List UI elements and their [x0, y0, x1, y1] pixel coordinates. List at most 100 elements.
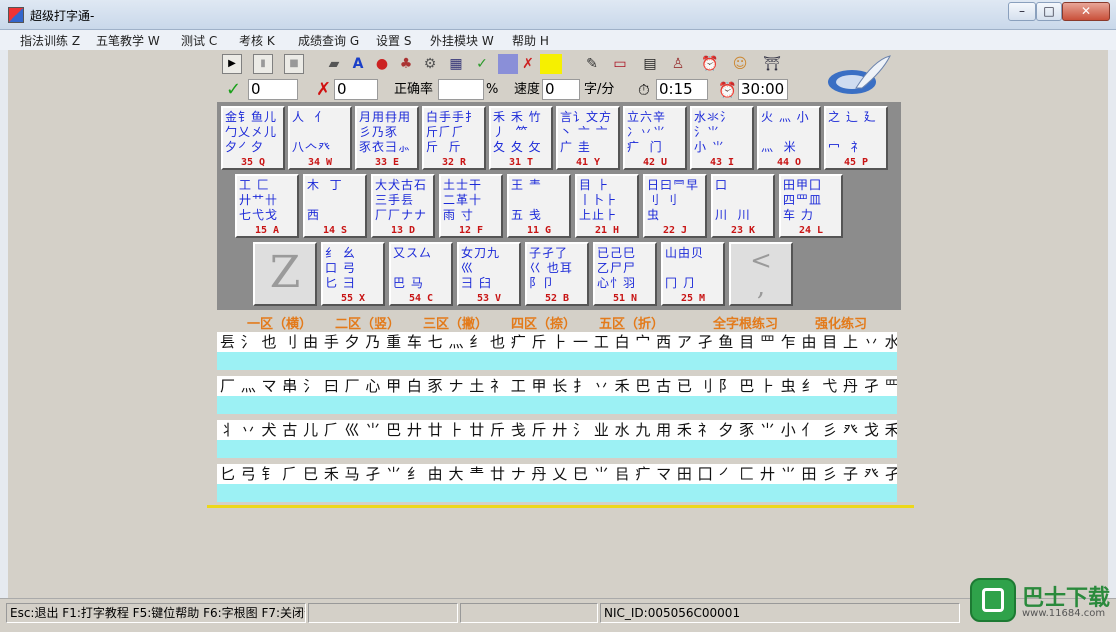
alarm-icon[interactable]: ⏰ — [700, 54, 720, 74]
key-h[interactable]: 目 ⺊ 丨卜⺊ 上止⺊ 21 H — [575, 174, 639, 238]
key-roots: 日曰⺜早 刂 刂 虫 — [647, 178, 700, 222]
key-code: 34 W — [307, 157, 333, 168]
key-code: 13 D — [390, 225, 416, 236]
practice-text: 丬 丷 犬 古 儿 ⺁ 巛 ⺌ 巴 廾 廿 ⺊ 廿 斤 戋 斤 廾 氵 业 水 … — [217, 420, 897, 440]
film-icon[interactable]: ▦ — [446, 54, 466, 74]
maximize-button[interactable]: □ — [1036, 2, 1062, 21]
key-roots: 金钅鱼儿 勹乂㐅儿 夕㇒夕 — [225, 110, 278, 154]
key-s[interactable]: 木 丁 西 14 S — [303, 174, 367, 238]
stop-icon[interactable]: ■ — [284, 54, 304, 74]
menu-help[interactable]: 帮助 H — [512, 32, 549, 49]
monitor-icon[interactable]: ▭ — [610, 54, 630, 74]
key-roots: 木 丁 西 — [307, 178, 343, 222]
status-nic-id: NIC_ID:005056C00001 — [600, 603, 960, 623]
key-k[interactable]: 口 川 川 23 K — [711, 174, 775, 238]
tab-zone-3[interactable]: 三区（撇） — [423, 313, 488, 332]
key-code: 31 T — [508, 157, 534, 168]
key-roots: 山由贝 冂 ⺆ — [665, 246, 705, 290]
practice-input[interactable] — [217, 440, 897, 458]
status-help-keys: Esc:退出 F1:打字教程 F5:键位帮助 F6:字根图 F7:关闭帮助 — [6, 603, 306, 623]
key-code: 22 J — [662, 225, 688, 236]
app-icon — [8, 7, 24, 23]
tab-intensive[interactable]: 强化练习 — [815, 313, 867, 332]
wrong-count: 0 — [334, 79, 378, 100]
key-u[interactable]: 立六辛 冫丷⺌ 疒 门 42 U — [623, 106, 687, 170]
practice-input[interactable] — [217, 352, 897, 370]
title-bar: 超级打字通- – □ ✕ — [0, 0, 1116, 30]
tab-all-roots[interactable]: 全字根练习 — [713, 313, 778, 332]
minimize-button[interactable]: – — [1008, 2, 1036, 21]
key-roots: 立六辛 冫丷⺌ 疒 门 — [627, 110, 667, 154]
tab-zone-5[interactable]: 五区（折） — [599, 313, 664, 332]
key-roots: 女刀九 巛 彐 臼 — [461, 246, 501, 290]
practice-row: 丬 丷 犬 古 儿 ⺁ 巛 ⺌ 巴 廾 廿 ⺊ 廿 斤 戋 斤 廾 氵 业 水 … — [217, 420, 897, 458]
zone-tabs: 一区（横） 二区（竖） 三区（撇） 四区（捺） 五区（折） 全字根练习 强化练习 — [217, 312, 901, 332]
speed-unit: 字/分 — [584, 82, 615, 97]
key-l[interactable]: 田甲囗 四罒皿 车 力 24 L — [779, 174, 843, 238]
tab-zone-4[interactable]: 四区（捺） — [511, 313, 576, 332]
check-icon[interactable]: ✓ — [472, 54, 492, 74]
key-r[interactable]: 白手手扌 斤𠂆⺁ 斤 斤 32 R — [422, 106, 486, 170]
highlight-icon[interactable] — [540, 54, 562, 74]
key-x[interactable]: 纟 幺 口 弓 匕 ⺕ 55 X — [321, 242, 385, 306]
users-icon[interactable]: ♣ — [396, 54, 416, 74]
menu-wubi-teaching[interactable]: 五笔教学 W — [96, 32, 160, 49]
key-d[interactable]: 大犬古石 三手镸 厂厂ナナ 13 D — [371, 174, 435, 238]
key-y[interactable]: 言讠文方 丶 亠 亠 广 圭 41 Y — [556, 106, 620, 170]
font-icon[interactable]: A — [348, 54, 368, 74]
notes-icon[interactable]: ✎ — [582, 54, 602, 74]
key-e[interactable]: 月用冄用 彡乃豕 豕衣⺕⺗ 33 E — [355, 106, 419, 170]
record-icon[interactable]: ● — [372, 54, 392, 74]
practice-text: 厂 灬 マ 串 氵 曰 厂 心 甲 白 豕 ナ 土 礻 工 甲 长 扌 丷 禾 … — [217, 376, 897, 396]
key-o[interactable]: 火 灬 小 灬 米 44 O — [757, 106, 821, 170]
document-icon[interactable]: ▤ — [640, 54, 660, 74]
user-icon[interactable]: ☺ — [730, 54, 750, 74]
key-roots: 白手手扌 斤𠂆⺁ 斤 斤 — [426, 110, 479, 154]
key-v[interactable]: 女刀九 巛 彐 臼 53 V — [457, 242, 521, 306]
tab-zone-1[interactable]: 一区（横） — [247, 313, 312, 332]
key-a[interactable]: 工 匚 廾艹卄 七弋戈 15 A — [235, 174, 299, 238]
key-m[interactable]: 山由贝 冂 ⺆ 25 M — [661, 242, 725, 306]
cross-icon[interactable]: ✗ — [518, 54, 538, 74]
key-i[interactable]: 水氺⺡ 氵⺌ 小 ⺌ 43 I — [690, 106, 754, 170]
key-code: 45 P — [843, 157, 869, 168]
key-w[interactable]: 人 亻 八𠆢癶 34 W — [288, 106, 352, 170]
menu-scores[interactable]: 成绩查询 G — [298, 32, 359, 49]
key-q[interactable]: 金钅鱼儿 勹乂㐅儿 夕㇒夕 35 Q — [221, 106, 285, 170]
key-comma[interactable]: < , — [729, 242, 793, 306]
key-code: 52 B — [544, 293, 570, 304]
menu-fingering[interactable]: 指法训练 Z — [20, 32, 80, 49]
key-b[interactable]: 子孑了 巜 也耳 阝卩 52 B — [525, 242, 589, 306]
key-n[interactable]: 已己巳 乙尸尸 心忄羽 51 N — [593, 242, 657, 306]
play-icon[interactable]: ▶ — [222, 54, 242, 74]
menu-plugins[interactable]: 外挂模块 W — [430, 32, 494, 49]
book-icon[interactable]: ▰ — [324, 54, 344, 74]
practice-input[interactable] — [217, 396, 897, 414]
key-p[interactable]: 之 辶 廴 冖 礻 45 P — [824, 106, 888, 170]
key-code: 24 L — [798, 225, 824, 236]
exit-icon[interactable]: ⛩ — [762, 54, 782, 74]
settings-icon[interactable]: ⚙ — [420, 54, 440, 74]
key-z[interactable]: Z — [253, 242, 317, 306]
key-roots: 纟 幺 口 弓 匕 ⺕ — [325, 246, 356, 290]
key-roots: 田甲囗 四罒皿 车 力 — [783, 178, 823, 222]
key-c[interactable]: 又ス厶 巴 马 54 C — [389, 242, 453, 306]
key-roots: 又ス厶 巴 马 — [393, 246, 433, 290]
person-icon[interactable]: ♙ — [668, 54, 688, 74]
key-f[interactable]: 土士干 二革十 雨 寸 12 F — [439, 174, 503, 238]
menu-exam[interactable]: 考核 K — [239, 32, 275, 49]
pause-icon[interactable]: ▮ — [253, 54, 273, 74]
key-g[interactable]: 王 龶 五 戋 11 G — [507, 174, 571, 238]
key-t[interactable]: 禾 禾 竹 丿 ⺮ 夂 夂 攵 31 T — [489, 106, 553, 170]
close-button[interactable]: ✕ — [1062, 2, 1110, 21]
color-blue-icon[interactable] — [498, 54, 518, 74]
tab-zone-2[interactable]: 二区（竖） — [335, 313, 400, 332]
key-code: 55 X — [340, 293, 366, 304]
watermark-logo-icon — [970, 578, 1016, 622]
menu-test[interactable]: 测试 C — [181, 32, 217, 49]
menu-settings[interactable]: 设置 S — [376, 32, 411, 49]
key-code: 14 S — [322, 225, 348, 236]
practice-input[interactable] — [217, 484, 897, 502]
key-j[interactable]: 日曰⺜早 刂 刂 虫 22 J — [643, 174, 707, 238]
key-code: 41 Y — [575, 157, 601, 168]
